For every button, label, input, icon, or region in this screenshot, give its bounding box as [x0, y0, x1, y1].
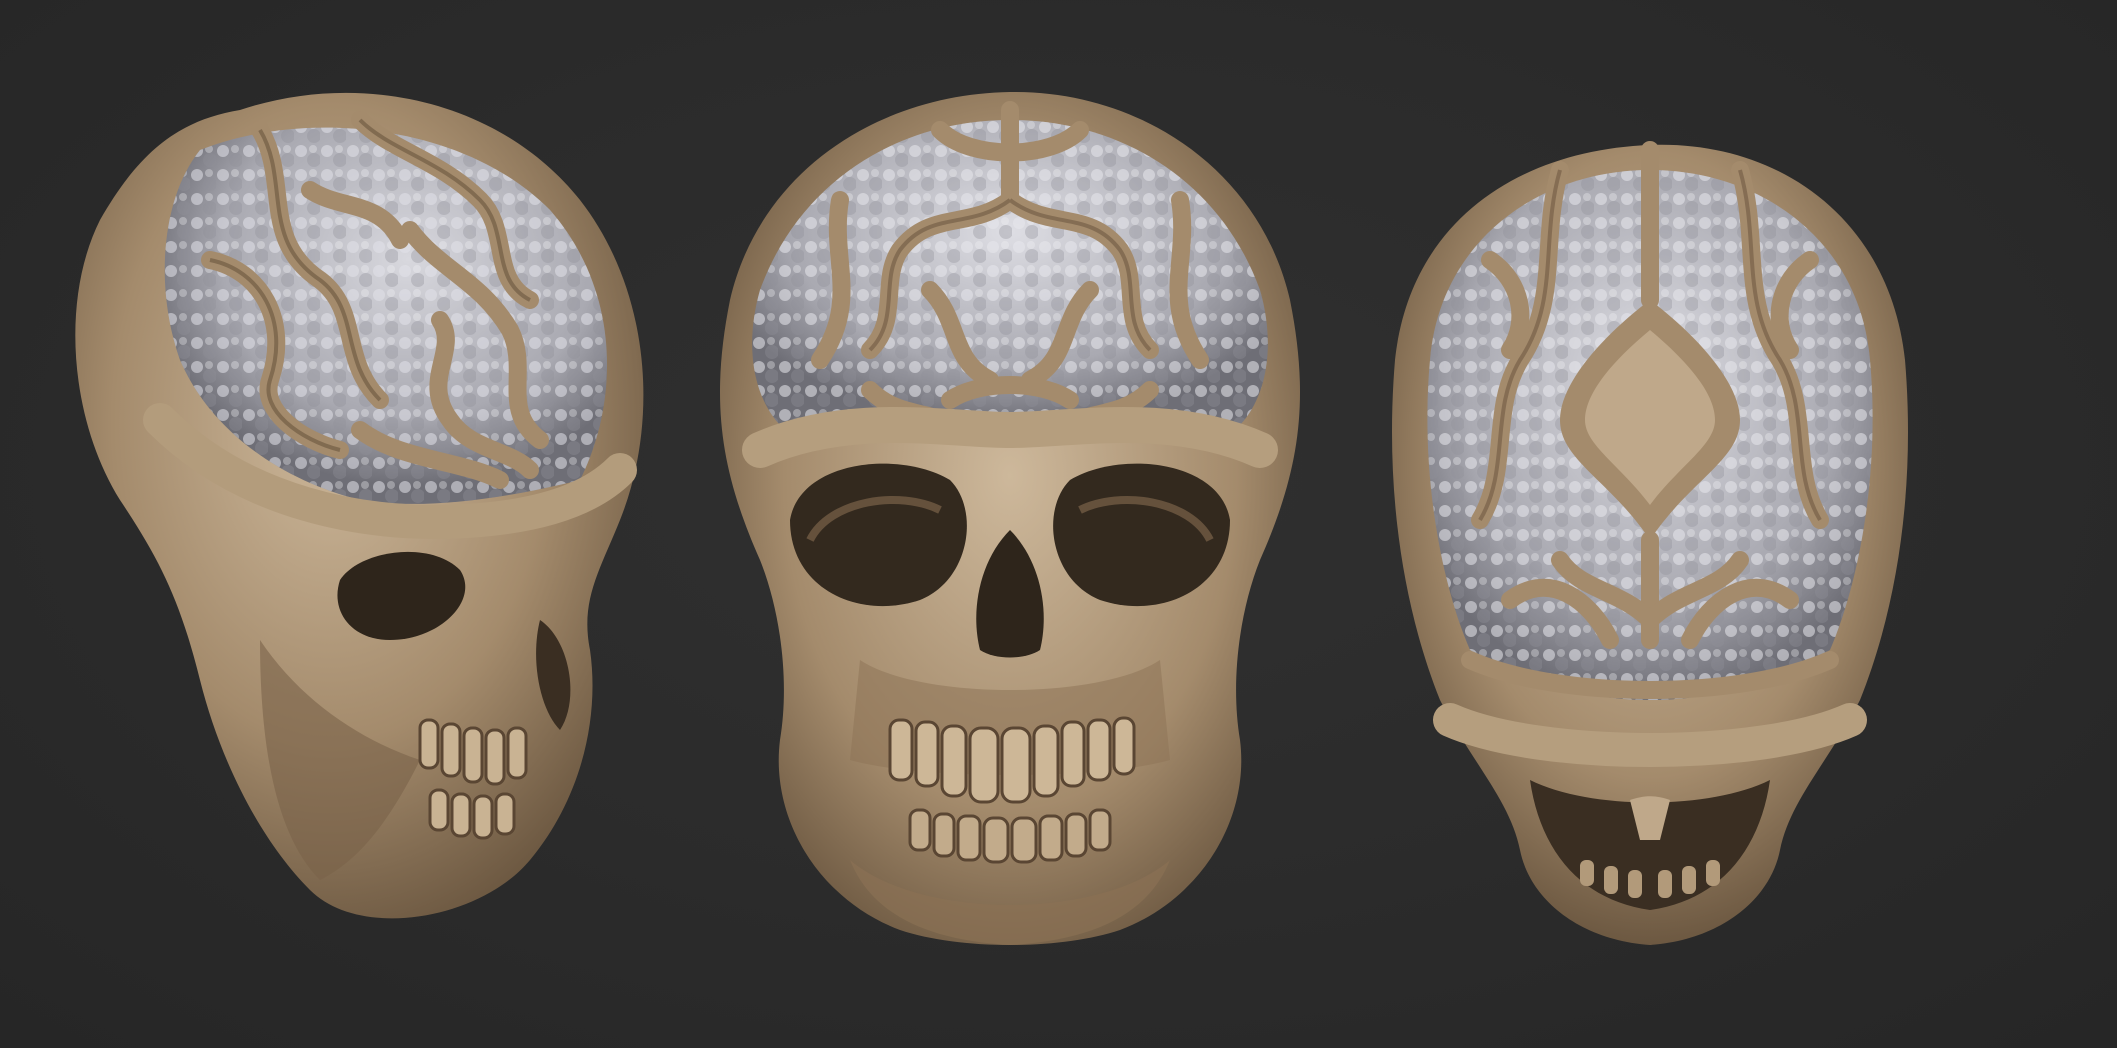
skull-three-quarter-view — [60, 0, 680, 1048]
skull-top-sculpt — [1392, 141, 1908, 945]
skull-front-view — [700, 0, 1320, 1048]
viewport — [0, 0, 2117, 1048]
skull-three-quarter-sculpt — [75, 92, 644, 919]
skull-top-view — [1360, 0, 1940, 1048]
skull-front-sculpt — [720, 91, 1300, 945]
